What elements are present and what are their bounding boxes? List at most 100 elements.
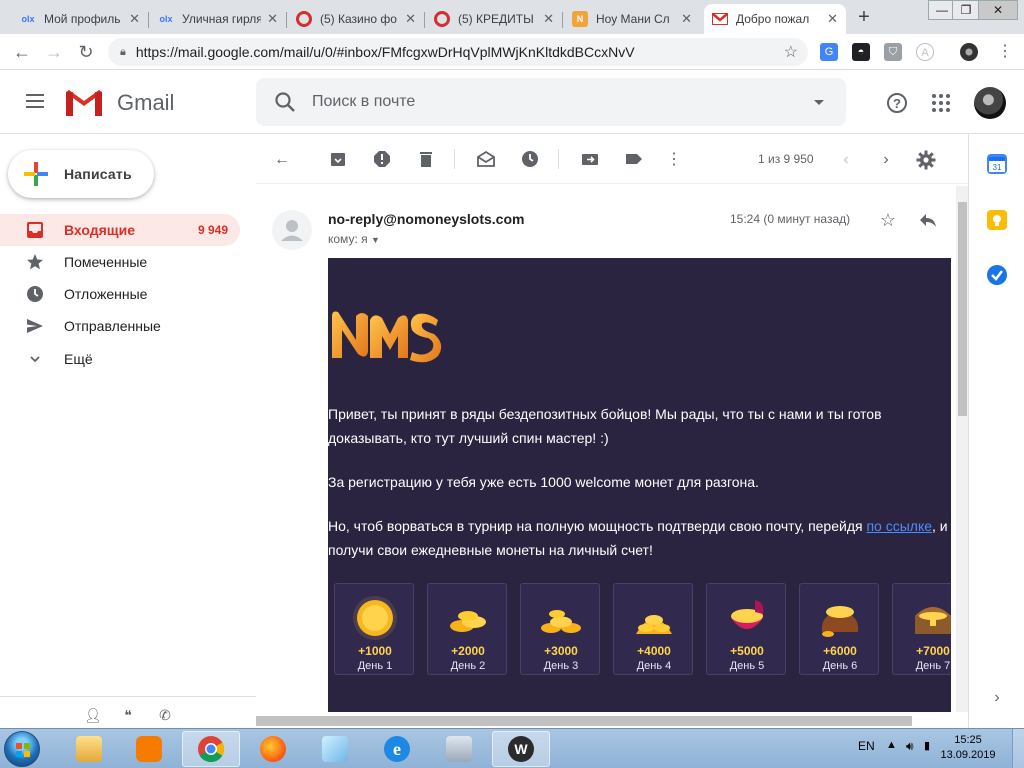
browser-tab-4[interactable]: (5) КРЕДИТЫ ✕ <box>426 4 562 34</box>
phone-icon[interactable]: ✆ <box>157 707 173 723</box>
profile-avatar-icon[interactable] <box>960 43 978 61</box>
translate-extension-icon[interactable]: G <box>820 43 838 61</box>
recipient-line[interactable]: кому: я ▼ <box>328 232 380 246</box>
new-tab-button[interactable]: + <box>850 5 878 29</box>
mark-unread-icon[interactable] <box>476 150 496 170</box>
coin-sack-icon <box>821 606 859 637</box>
star-message-icon[interactable]: ☆ <box>878 210 898 230</box>
coin-bowl-icon <box>731 600 764 629</box>
close-icon[interactable]: ✕ <box>827 11 838 27</box>
email-paragraph-3-line-1: Но, чтоб ворваться в турнир на полную мо… <box>328 514 948 538</box>
delete-trash-icon[interactable] <box>416 150 436 170</box>
network-icon[interactable]: ▮ <box>924 739 930 752</box>
close-icon[interactable]: ✕ <box>543 11 554 27</box>
browser-tab-1[interactable]: olx Мой профиль ✕ <box>12 4 148 34</box>
windows-start-button[interactable] <box>4 731 40 767</box>
reload-icon[interactable]: ↻ <box>74 40 98 64</box>
close-window-button[interactable]: ✕ <box>978 0 1018 20</box>
nms-icon: N <box>572 11 588 27</box>
confirm-email-link[interactable]: по ссылке <box>866 518 932 534</box>
snooze-clock-icon[interactable] <box>520 150 540 170</box>
move-to-icon[interactable] <box>580 150 600 170</box>
reward-amount: +2000 <box>451 644 485 658</box>
help-icon[interactable]: ? <box>886 92 908 114</box>
show-desktop-button[interactable] <box>1012 729 1024 768</box>
language-indicator[interactable]: EN <box>858 739 875 753</box>
bookmark-star-icon[interactable]: ☆ <box>784 42 798 62</box>
firefox-taskbar-icon[interactable] <box>244 731 302 767</box>
adblock-extension-icon[interactable]: A <box>916 43 934 61</box>
windows-taskbar: e W EN ▲ 🔊︎ ▮ 15:25 13.09.2019 <box>0 728 1024 768</box>
keep-bulb-icon[interactable] <box>987 210 1007 230</box>
apps-grid-icon[interactable] <box>930 92 952 114</box>
message-toolbar: ← ⋮ 1 из 9 950 ‹ › <box>256 134 968 184</box>
close-icon[interactable]: ✕ <box>267 11 278 27</box>
sidebar-item-more[interactable]: Ещё <box>0 343 240 375</box>
send-icon <box>27 319 43 333</box>
tab-title: (5) Казино фо <box>320 12 397 26</box>
notepad-taskbar-icon[interactable] <box>306 731 364 767</box>
sidebar-item-snoozed[interactable]: Отложенные <box>0 278 240 310</box>
tray-expand-icon[interactable]: ▲ <box>886 739 897 751</box>
label-tag-icon[interactable] <box>624 150 644 170</box>
chrome-taskbar-icon[interactable] <box>182 731 240 767</box>
close-icon[interactable]: ✕ <box>681 11 692 27</box>
close-icon[interactable]: ✕ <box>129 11 140 27</box>
inbox-icon <box>27 222 43 238</box>
reward-amount: +5000 <box>730 644 764 658</box>
expand-panel-chevron-icon[interactable]: › <box>987 688 1007 708</box>
clock-date: 13.09.2019 <box>940 749 996 761</box>
browser-tab-5[interactable]: N Ноу Мани Сл ✕ <box>564 4 700 34</box>
clock-icon <box>27 286 43 302</box>
horizontal-scrollbar-thumb[interactable] <box>256 716 912 726</box>
browser-tab-2[interactable]: olx Уличная гирлянда ✕ <box>150 4 286 34</box>
settings-gear-icon[interactable] <box>916 150 936 170</box>
main-menu-icon[interactable] <box>26 94 44 108</box>
back-icon[interactable]: ← <box>10 40 34 64</box>
menu-dots-icon[interactable]: ⋮ <box>996 43 1014 61</box>
sidebar-item-sent[interactable]: Отправленные <box>0 310 240 342</box>
calculator-taskbar-icon[interactable] <box>430 731 488 767</box>
account-avatar[interactable] <box>974 87 1006 119</box>
gmail-icon <box>712 11 728 27</box>
contacts-person-icon[interactable]: 👤︎ <box>84 707 102 723</box>
details-caret-icon[interactable]: ▼ <box>371 235 380 245</box>
forward-icon[interactable]: → <box>42 40 66 64</box>
calendar-icon[interactable]: 31 <box>987 154 1007 174</box>
sidebar-item-inbox[interactable]: Входящие 9 949 <box>0 214 240 246</box>
hangouts-quote-icon[interactable]: ❝ <box>120 707 136 723</box>
back-to-inbox-icon[interactable]: ← <box>272 150 292 170</box>
search-options-caret-icon[interactable] <box>814 100 824 105</box>
internet-explorer-taskbar-icon[interactable]: e <box>368 731 426 767</box>
compose-button[interactable]: Написать <box>8 150 154 198</box>
wargaming-taskbar-icon[interactable]: W <box>492 731 550 767</box>
file-explorer-taskbar-icon[interactable] <box>60 731 118 767</box>
volume-icon[interactable]: 🔊︎ <box>906 739 914 754</box>
shield-extension-icon[interactable]: ⛉ <box>884 43 902 61</box>
incognito-extension-icon[interactable]: ◓ <box>852 43 870 61</box>
sender-address[interactable]: no-reply@nomoneyslots.com <box>328 211 524 227</box>
newer-chevron-icon[interactable]: ‹ <box>836 150 856 170</box>
taskbar-clock[interactable]: 15:25 13.09.2019 <box>940 733 996 763</box>
more-options-icon[interactable]: ⋮ <box>664 150 684 170</box>
gmail-logo-icon <box>66 90 102 116</box>
coin-stack-icon <box>450 611 486 632</box>
browser-tab-6-active[interactable]: Добро пожал ✕ <box>704 4 846 34</box>
restore-button[interactable]: ❐ <box>952 0 980 20</box>
clock-time: 15:25 <box>954 734 982 746</box>
reply-icon[interactable] <box>918 210 938 230</box>
sidebar-item-starred[interactable]: Помеченные <box>0 246 240 278</box>
close-icon[interactable]: ✕ <box>405 11 416 27</box>
tasks-check-icon[interactable] <box>987 265 1007 285</box>
media-player-taskbar-icon[interactable] <box>120 731 178 767</box>
vertical-scrollbar-thumb[interactable] <box>958 202 967 416</box>
older-chevron-icon[interactable]: › <box>876 150 896 170</box>
archive-icon[interactable] <box>328 150 348 170</box>
report-spam-icon[interactable] <box>372 150 392 170</box>
gmail-header: Gmail ? <box>0 70 1024 134</box>
search-icon[interactable] <box>274 91 296 113</box>
browser-tab-3[interactable]: (5) Казино фо ✕ <box>288 4 424 34</box>
olx-icon: olx <box>159 14 173 24</box>
address-bar[interactable]: 🔒︎ https://mail.google.com/mail/u/0/#inb… <box>108 38 808 66</box>
search-input[interactable] <box>312 90 792 114</box>
